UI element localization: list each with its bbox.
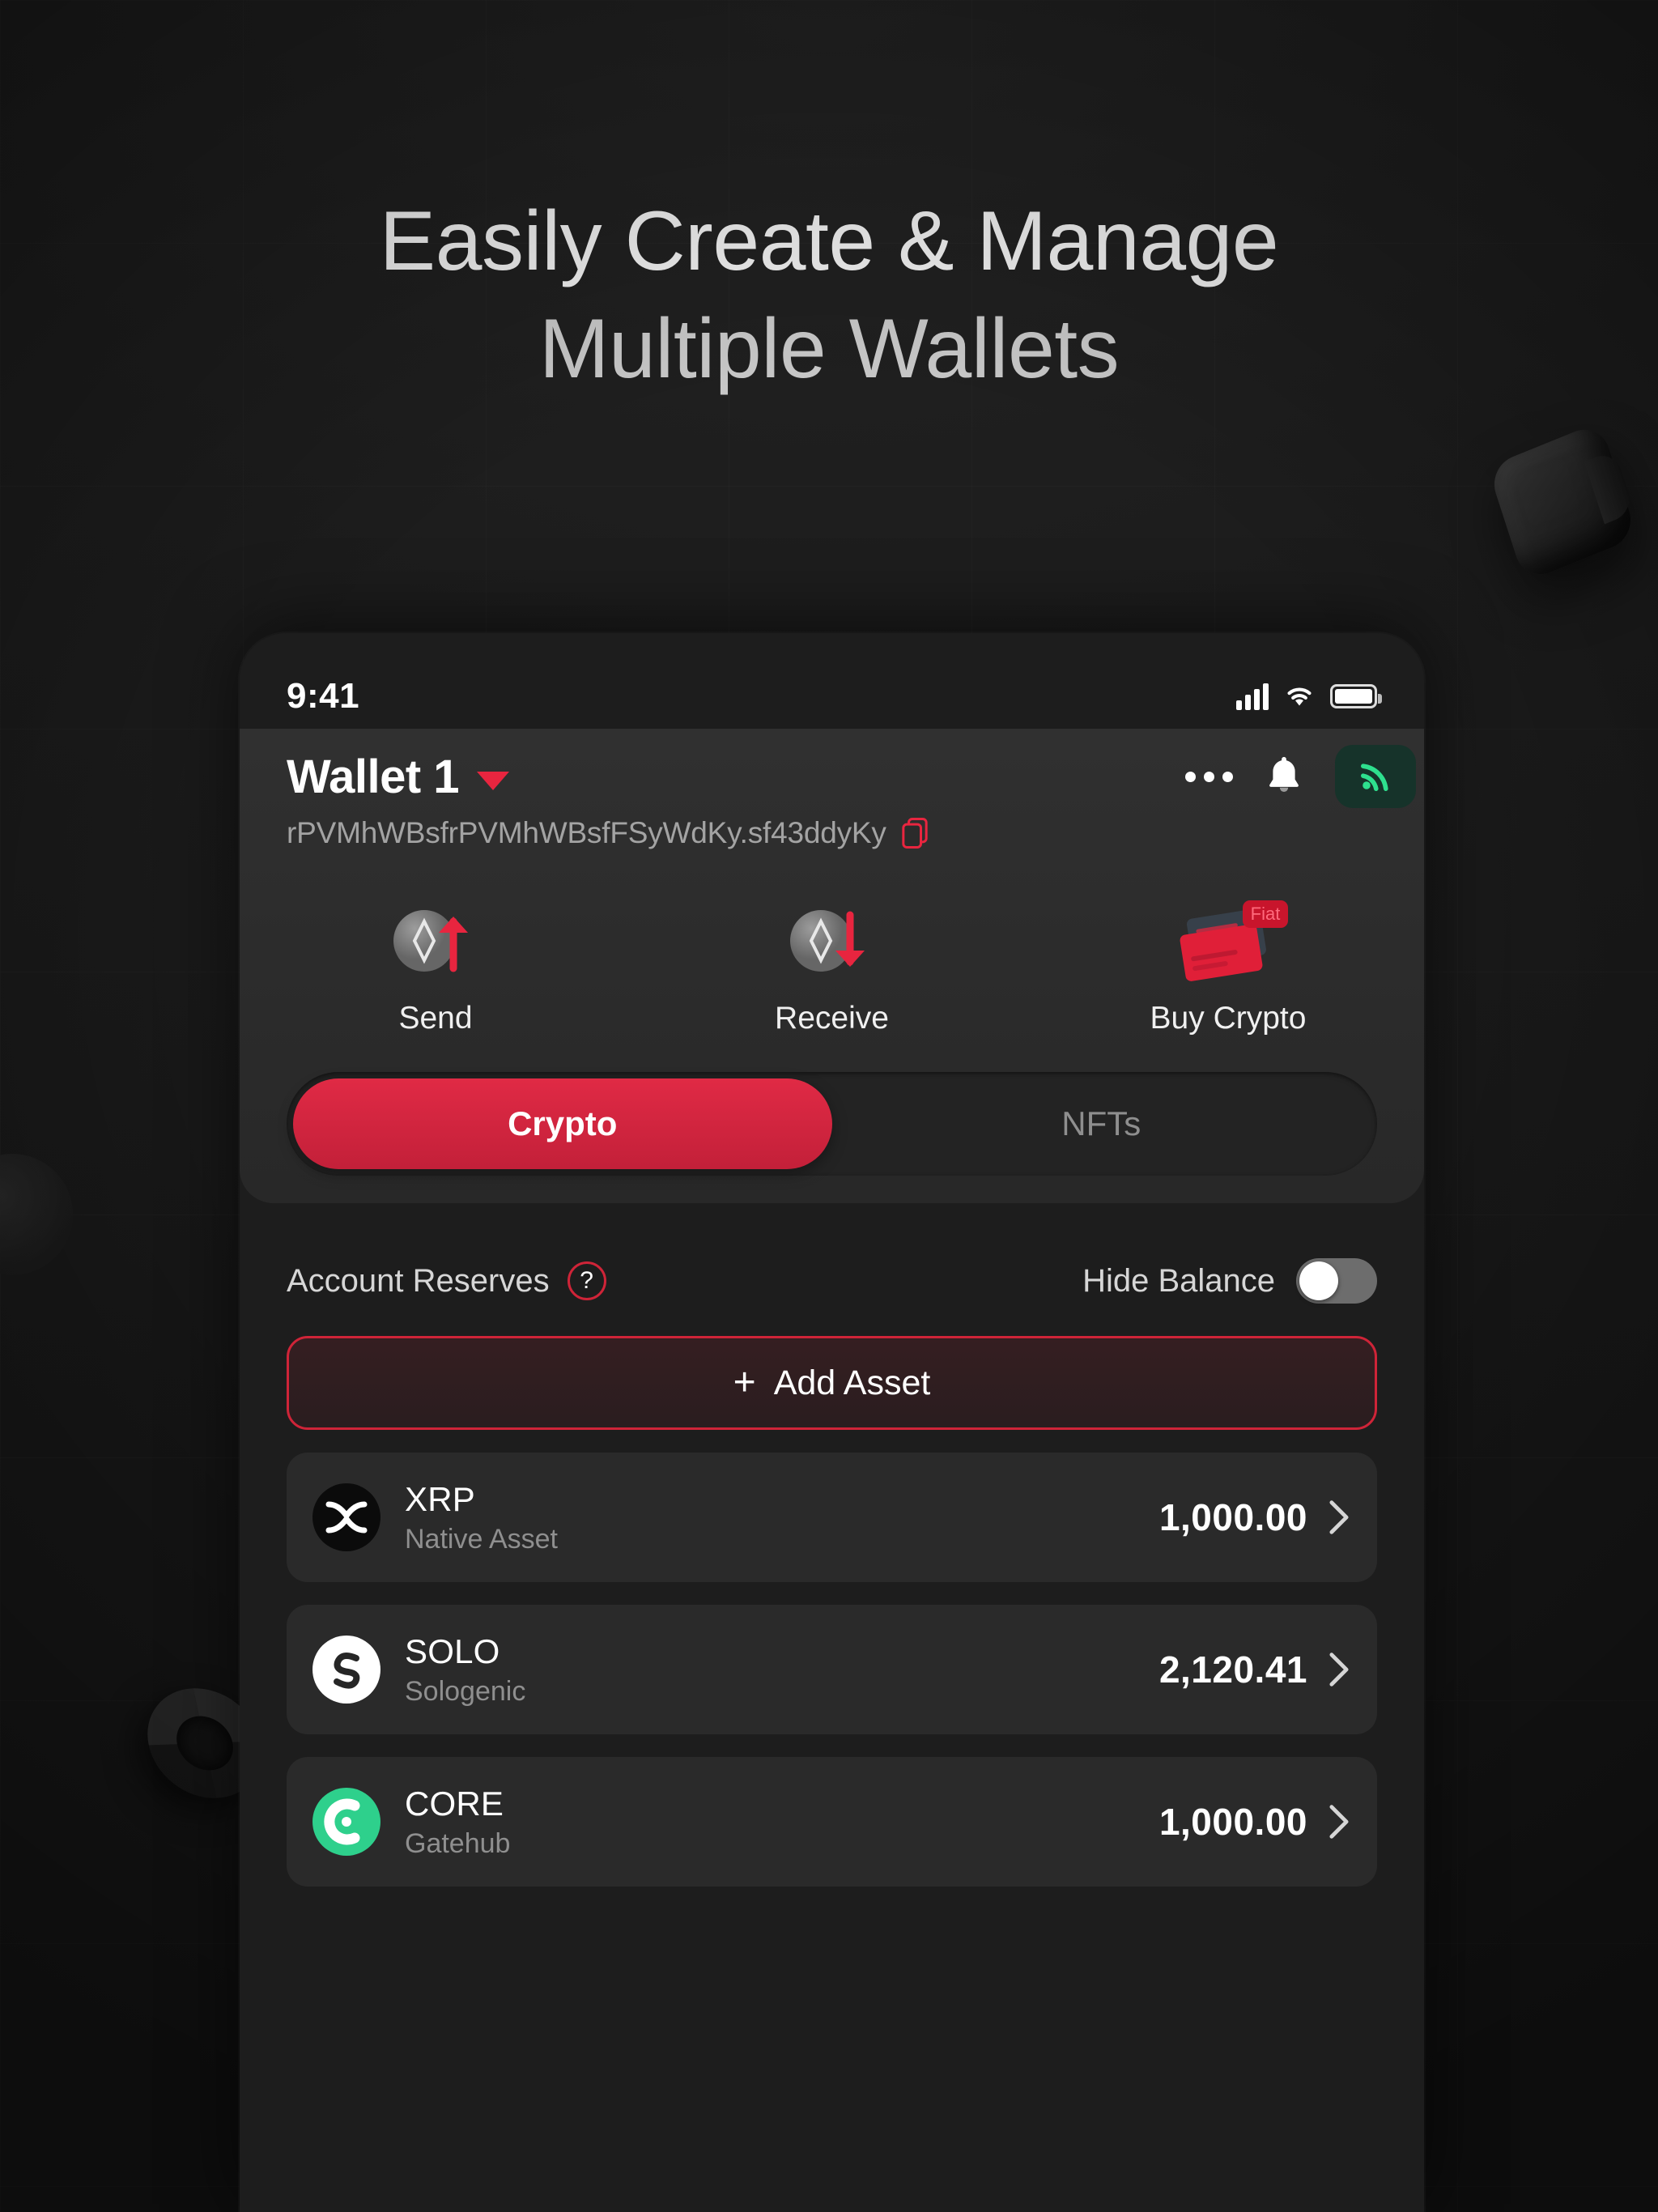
send-coin-up-arrow-icon — [314, 894, 557, 989]
decorative-ring-shape — [0, 1154, 73, 1275]
asset-info: XRP Native Asset — [405, 1480, 1159, 1555]
toggle-knob — [1299, 1261, 1338, 1300]
asset-issuer: Gatehub — [405, 1827, 511, 1859]
copy-icon[interactable] — [901, 817, 929, 849]
wallet-header-card: Wallet 1 rPVMhWBsfrPVMhWBsfFSyWdKy.sf43d… — [240, 729, 1424, 1203]
tab-crypto[interactable]: Crypto — [293, 1078, 832, 1169]
battery-full-icon — [1330, 684, 1382, 708]
status-time: 9:41 — [287, 676, 360, 716]
receive-button[interactable]: Receive — [711, 894, 954, 1036]
bell-icon[interactable] — [1265, 755, 1303, 798]
add-asset-label: Add Asset — [773, 1363, 931, 1402]
wallet-address: rPVMhWBsfrPVMhWBsfFSyWdKy.sf43ddyKy — [287, 816, 886, 849]
asset-balance: 2,120.41 — [1158, 1648, 1307, 1691]
solo-logo-icon — [312, 1636, 380, 1704]
hide-balance-toggle[interactable] — [1296, 1258, 1377, 1304]
account-reserves-label: Account Reserves — [287, 1262, 550, 1299]
caret-down-icon — [477, 771, 510, 790]
table-row[interactable]: SOLO Sologenic 2,120.41 — [287, 1605, 1377, 1734]
asset-balance: 1,000.00 — [1158, 1801, 1307, 1843]
wallet-address-row[interactable]: rPVMhWBsfrPVMhWBsfFSyWdKy.sf43ddyKy — [240, 808, 1424, 850]
page-headline: Easily Create & Manage Multiple Wallets — [0, 188, 1658, 403]
header-action-icons — [1185, 745, 1416, 808]
add-asset-button[interactable]: + Add Asset — [287, 1336, 1377, 1430]
fiat-badge: Fiat — [1243, 900, 1288, 928]
reserves-row: Account Reserves ? Hide Balance — [287, 1203, 1377, 1304]
asset-info: SOLO Sologenic — [405, 1632, 1159, 1708]
chevron-right-icon — [1329, 1500, 1349, 1534]
phone-mockup: 9:41 Wallet 1 rPVMhWBsfrPVMhWBsfFSyWdKy.… — [240, 633, 1424, 2212]
headline-line-2: Multiple Wallets — [538, 302, 1120, 397]
asset-symbol: CORE — [405, 1784, 504, 1823]
chevron-right-icon — [1329, 1805, 1349, 1839]
asset-symbol: XRP — [405, 1479, 475, 1518]
svg-text:Fiat: Fiat — [1251, 904, 1281, 924]
asset-balance: 1,000.00 — [1158, 1496, 1307, 1538]
xrp-logo-icon — [312, 1483, 380, 1551]
receive-coin-down-arrow-icon — [711, 894, 954, 989]
more-dots-icon[interactable] — [1185, 771, 1233, 782]
receive-label: Receive — [775, 1001, 889, 1036]
status-icons — [1236, 683, 1382, 710]
asset-type-tabs: Crypto NFTs — [287, 1072, 1377, 1176]
plus-icon: + — [733, 1361, 756, 1404]
wallet-title-row: Wallet 1 — [240, 745, 1424, 808]
status-bar: 9:41 — [240, 633, 1424, 729]
cellular-bars-icon — [1236, 683, 1269, 710]
wallet-name: Wallet 1 — [287, 750, 460, 803]
wifi-icon — [1287, 687, 1312, 706]
buy-crypto-button[interactable]: Fiat Buy Crypto — [1107, 894, 1350, 1036]
wallet-selector[interactable]: Wallet 1 — [287, 750, 510, 804]
asset-symbol: SOLO — [405, 1631, 500, 1670]
tab-nfts[interactable]: NFTs — [832, 1078, 1371, 1169]
buy-crypto-label: Buy Crypto — [1150, 1001, 1307, 1036]
table-row[interactable]: XRP Native Asset 1,000.00 — [287, 1453, 1377, 1582]
send-label: Send — [398, 1001, 473, 1036]
signal-broadcast-icon[interactable] — [1335, 745, 1416, 808]
quick-actions: Send Receive Fiat Buy Crypto — [240, 850, 1424, 1036]
asset-issuer: Native Asset — [405, 1523, 558, 1555]
promo-page: Easily Create & Manage Multiple Wallets … — [0, 0, 1658, 2212]
core-logo-icon — [312, 1788, 380, 1856]
hide-balance-label: Hide Balance — [1082, 1262, 1275, 1299]
chevron-right-icon — [1329, 1653, 1349, 1687]
headline-line-1: Easily Create & Manage — [379, 194, 1279, 288]
asset-info: CORE Gatehub — [405, 1784, 1159, 1860]
hide-balance-control: Hide Balance — [1082, 1258, 1377, 1304]
decorative-cube-shape — [1487, 421, 1638, 583]
asset-issuer: Sologenic — [405, 1675, 526, 1707]
credit-card-fiat-icon: Fiat — [1107, 894, 1350, 989]
table-row[interactable]: CORE Gatehub 1,000.00 — [287, 1757, 1377, 1887]
question-mark-icon[interactable]: ? — [567, 1261, 606, 1300]
send-button[interactable]: Send — [314, 894, 557, 1036]
account-reserves[interactable]: Account Reserves ? — [287, 1261, 606, 1300]
wallet-body: Account Reserves ? Hide Balance + Add As… — [240, 1203, 1424, 1887]
